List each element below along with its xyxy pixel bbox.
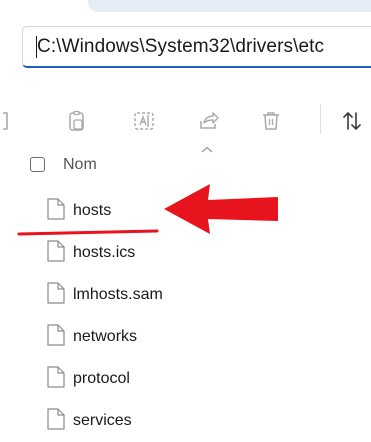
rename-icon — [134, 112, 154, 130]
list-item[interactable]: lmhosts.sam — [0, 274, 371, 316]
file-name: lmhosts.sam — [73, 286, 163, 303]
active-tab[interactable] — [88, 0, 371, 12]
list-item[interactable]: hosts.ics — [0, 232, 371, 274]
copy-icon — [69, 110, 84, 131]
delete-button[interactable] — [258, 108, 284, 134]
cut-icon — [3, 112, 8, 130]
file-name: networks — [73, 328, 138, 345]
file-icon — [47, 282, 65, 304]
sort-button[interactable] — [339, 108, 365, 134]
toolbar-separator — [320, 104, 321, 134]
column-header-name[interactable]: Nom — [63, 156, 97, 174]
file-name: services — [73, 412, 132, 429]
trash-icon — [263, 112, 279, 130]
list-item[interactable]: services — [0, 400, 371, 442]
file-name: hosts — [73, 202, 112, 219]
red-arrow-annotation — [164, 184, 278, 234]
file-icon — [47, 198, 65, 220]
address-bar[interactable]: C:\Windows\System32\drivers\etc — [22, 26, 371, 68]
file-icon — [47, 240, 65, 262]
share-button[interactable] — [196, 108, 222, 134]
red-underline-annotation — [17, 229, 159, 236]
file-icon — [47, 408, 65, 430]
file-name: protocol — [73, 370, 130, 387]
rename-button[interactable] — [131, 108, 157, 134]
list-item[interactable]: protocol — [0, 358, 371, 400]
chevron-up-icon — [201, 146, 213, 153]
file-name: hosts.ics — [73, 244, 136, 261]
address-path[interactable]: C:\Windows\System32\drivers\etc — [37, 36, 324, 58]
file-icon — [47, 324, 65, 346]
list-item[interactable]: networks — [0, 316, 371, 358]
tab-strip — [0, 0, 371, 22]
file-icon — [47, 366, 65, 388]
cut-button[interactable] — [0, 108, 14, 134]
share-icon — [200, 112, 219, 129]
command-bar — [0, 92, 371, 148]
copy-button[interactable] — [64, 108, 90, 134]
sort-icon — [343, 112, 361, 130]
select-all-checkbox[interactable] — [30, 157, 45, 172]
